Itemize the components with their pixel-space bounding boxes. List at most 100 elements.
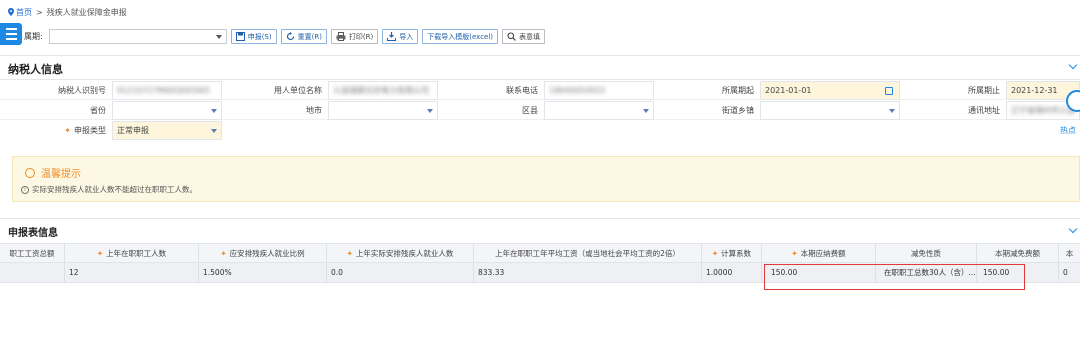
divider bbox=[0, 55, 1080, 56]
divider bbox=[0, 79, 1080, 80]
divider bbox=[0, 218, 1080, 219]
import-button[interactable]: 导入 bbox=[382, 29, 419, 44]
employer-name-field[interactable]: 义县瑞霖光伏电力有限公司 bbox=[328, 81, 438, 100]
lightbulb-icon bbox=[25, 167, 35, 178]
employer-name-label: 用人单位名称 bbox=[274, 86, 322, 95]
required-star-icon: ✦ bbox=[711, 248, 719, 258]
menu-icon bbox=[5, 28, 17, 30]
search-icon bbox=[507, 32, 516, 41]
phone-field[interactable]: 18640054933 bbox=[544, 81, 654, 100]
col-header-reduction-amount: 本期减免费额 bbox=[977, 244, 1059, 262]
declare-type-value: 正常申报 bbox=[117, 126, 149, 135]
notice-text: i 实际安排残疾人就业人数不能超过在职职工人数。 bbox=[21, 184, 197, 195]
address-value: 辽宁省锦州市义县 bbox=[1011, 106, 1075, 115]
declare-button[interactable]: 申报(S) bbox=[230, 29, 277, 44]
reset-button[interactable]: 重置(R) bbox=[280, 29, 327, 44]
breadcrumb-home-label: 首页 bbox=[16, 7, 32, 17]
period-start-value: 2021-01-01 bbox=[765, 86, 812, 95]
cell-avg-salary[interactable]: 833.33 bbox=[474, 263, 702, 282]
breadcrumb-current: 残疾人就业保障金申报 bbox=[46, 7, 127, 17]
col-header-staff-count: ✦ 上年在职职工人数 bbox=[65, 244, 199, 262]
district-label: 区县 bbox=[522, 106, 538, 115]
cell-next[interactable]: 0 bbox=[1059, 263, 1080, 282]
declare-button-label: 申报(S) bbox=[247, 32, 272, 41]
info-icon: i bbox=[21, 185, 29, 194]
chevron-down-icon bbox=[427, 109, 433, 113]
print-icon bbox=[336, 32, 346, 41]
notice-text-content: 实际安排残疾人就业人数不能超过在职职工人数。 bbox=[32, 185, 197, 194]
required-star-icon: ✦ bbox=[346, 248, 353, 258]
street-label: 街道乡镇 bbox=[722, 106, 754, 115]
province-select[interactable] bbox=[112, 101, 222, 120]
download-template-button[interactable]: 下载导入模版(excel) bbox=[422, 29, 499, 44]
print-button-label: 打印(R) bbox=[348, 32, 374, 41]
cell-salary-total[interactable] bbox=[0, 263, 65, 282]
form-fill-button-label: 表意填 bbox=[519, 32, 541, 41]
period-start-label: 所属期起 bbox=[722, 86, 754, 95]
col-header-avg-salary: 上年在职职工年平均工资（或当地社会平均工资的2倍） bbox=[474, 244, 702, 262]
province-label: 省份 bbox=[90, 106, 106, 115]
required-star-icon: ✦ bbox=[220, 248, 227, 258]
cell-disabled-count[interactable]: 0.0 bbox=[327, 263, 474, 282]
import-icon bbox=[387, 32, 397, 41]
col-header-salary-total: 职工工资总额 bbox=[0, 244, 65, 262]
location-pin-icon bbox=[8, 8, 14, 16]
city-label: 地市 bbox=[306, 106, 322, 115]
employer-name-value: 义县瑞霖光伏电力有限公司 bbox=[333, 86, 429, 95]
declare-type-label-text: 申报类型 bbox=[74, 126, 106, 135]
col-header-coefficient: ✦ 计算系数 bbox=[702, 244, 762, 262]
reset-icon bbox=[286, 32, 294, 41]
reset-button-label: 重置(R) bbox=[297, 32, 322, 41]
col-header-next: 本 bbox=[1065, 248, 1074, 258]
form-row-2: 省份 地市 区县 街道乡镇 通讯地址 辽宁省锦州市义县 bbox=[0, 101, 1080, 120]
required-star-icon: ✦ bbox=[64, 126, 71, 135]
collapse-icon[interactable] bbox=[1068, 60, 1078, 70]
print-button[interactable]: 打印(R) bbox=[330, 29, 379, 44]
download-template-label: 下载导入模版(excel) bbox=[427, 32, 494, 41]
chevron-down-icon bbox=[889, 109, 895, 113]
cell-staff-count[interactable]: 12 bbox=[65, 263, 199, 282]
city-select[interactable] bbox=[328, 101, 438, 120]
chevron-down-icon bbox=[643, 109, 649, 113]
col-header-reduction-type: 减免性质 bbox=[876, 244, 977, 262]
period-label: 属期: bbox=[24, 32, 43, 41]
form-fill-button[interactable]: 表意填 bbox=[502, 29, 546, 44]
col-header-payable: ✦ 本期应纳费额 bbox=[762, 244, 876, 262]
chevron-down-icon bbox=[215, 35, 222, 39]
chevron-down-icon bbox=[211, 129, 217, 133]
chevron-down-icon bbox=[211, 109, 217, 113]
menu-toggle-button[interactable] bbox=[0, 23, 22, 45]
taxpayer-section-title: 纳税人信息 bbox=[8, 63, 63, 76]
form-row-3: ✦ 申报类型 正常申报 热点 bbox=[0, 121, 1080, 140]
phone-label: 联系电话 bbox=[506, 86, 538, 95]
cell-ratio[interactable]: 1.500% bbox=[199, 263, 327, 282]
period-start-field[interactable]: 2021-01-01 bbox=[760, 81, 900, 100]
grid-section-title: 申报表信息 bbox=[8, 228, 58, 239]
calendar-icon[interactable] bbox=[885, 87, 893, 95]
period-end-value: 2021-12-31 bbox=[1011, 86, 1058, 95]
taxpayer-id-field[interactable]: 91210727MA0QEK5W5 bbox=[112, 81, 222, 100]
required-star-icon: ✦ bbox=[96, 248, 104, 258]
taxpayer-id-value: 91210727MA0QEK5W5 bbox=[117, 86, 210, 95]
collapse-icon[interactable] bbox=[1068, 224, 1078, 234]
breadcrumb: 首页 > 残疾人就业保障金申报 bbox=[8, 5, 127, 19]
import-button-label: 导入 bbox=[399, 32, 414, 41]
district-select[interactable] bbox=[544, 101, 654, 120]
col-header-ratio: ✦ 应安排残疾人就业比例 bbox=[199, 244, 327, 262]
required-star-icon: ✦ bbox=[791, 248, 798, 258]
more-link[interactable]: 热点 bbox=[1060, 125, 1076, 136]
street-select[interactable] bbox=[760, 101, 900, 120]
declare-type-select[interactable]: 正常申报 bbox=[112, 121, 222, 140]
form-row-1: 纳税人识别号 91210727MA0QEK5W5 用人单位名称 义县瑞霖光伏电力… bbox=[0, 81, 1080, 100]
save-icon bbox=[235, 32, 245, 41]
taxpayer-id-label: 纳税人识别号 bbox=[58, 86, 106, 95]
address-label: 通讯地址 bbox=[968, 106, 1000, 115]
breadcrumb-separator: > bbox=[36, 7, 43, 17]
col-header-disabled-count: ✦ 上年实际安排残疾人就业人数 bbox=[327, 244, 474, 262]
period-select[interactable] bbox=[48, 29, 227, 44]
grid-header: 职工工资总额 ✦ 上年在职职工人数 ✦ 应安排残疾人就业比例 ✦ 上年实际安排残疾人就… bbox=[0, 243, 1080, 263]
declare-type-label: ✦ 申报类型 bbox=[0, 121, 112, 140]
cell-coefficient[interactable]: 1.0000 bbox=[702, 263, 762, 282]
notice-title-text: 温馨提示 bbox=[41, 169, 81, 180]
breadcrumb-home-link[interactable]: 首页 bbox=[8, 7, 32, 18]
